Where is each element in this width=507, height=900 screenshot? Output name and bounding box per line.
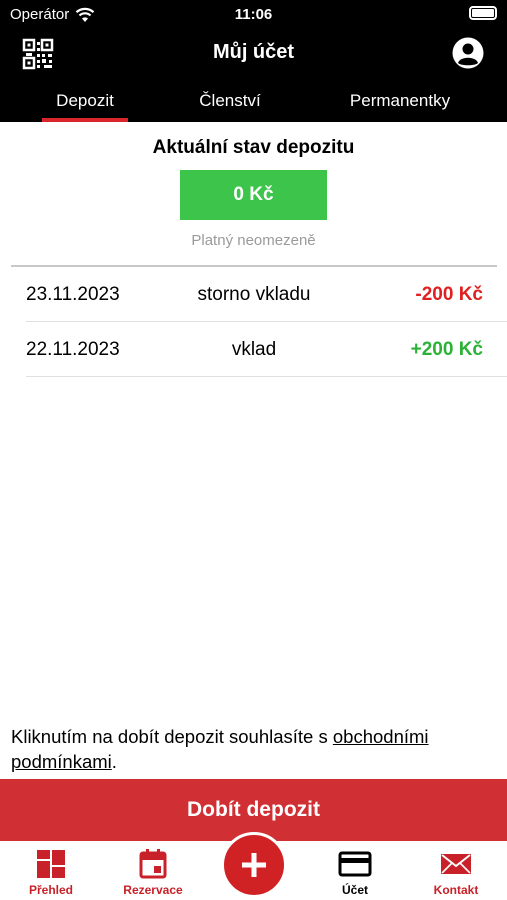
plus-icon [242, 853, 266, 877]
battery-icon [469, 6, 497, 20]
transaction-description: vklad [231, 339, 277, 360]
transaction-row: 22.11.2023 vklad +200 Kč [26, 322, 507, 377]
tab-depozit[interactable]: Depozit [42, 82, 128, 122]
deposit-title: Aktuální stav depozitu [152, 137, 355, 158]
transaction-row: 23.11.2023 storno vkladu -200 Kč [26, 267, 507, 322]
active-tab-indicator [42, 118, 128, 122]
tabbar-label: Rezervace [123, 883, 183, 897]
title-row: Můj účet [0, 32, 507, 76]
credit-card-icon [338, 851, 372, 877]
transaction-amount: +200 Kč [410, 339, 483, 360]
tabbar-label: Účet [341, 883, 368, 897]
add-button[interactable] [221, 832, 287, 898]
terms-notice: Kliknutím na dobít depozit souhlasíte s … [11, 724, 497, 774]
terms-suffix: . [111, 751, 117, 772]
deposit-validity: Platný neomezeně [191, 232, 316, 249]
transaction-amount: -200 Kč [415, 284, 483, 305]
account-tabs: Depozit Členství Permanentky [0, 82, 507, 122]
tabbar-item-ucet[interactable]: Účet [315, 847, 395, 897]
page-title: Můj účet [212, 41, 295, 63]
user-circle-icon[interactable] [451, 36, 485, 70]
app-header: Operátor 11:06 Můj účet Depozit Členství… [0, 0, 507, 122]
tabbar-label: Přehled [28, 883, 73, 897]
deposit-balance: 0 Kč [180, 170, 327, 220]
status-bar: Operátor 11:06 [0, 0, 507, 30]
tab-permanentky[interactable]: Permanentky [330, 82, 470, 122]
status-time: 11:06 [234, 6, 273, 23]
transaction-date: 22.11.2023 [26, 339, 120, 360]
terms-text: Kliknutím na dobít depozit souhlasíte s [11, 726, 333, 747]
transaction-date: 23.11.2023 [26, 284, 120, 305]
tab-clenstvi[interactable]: Členství [180, 82, 280, 122]
calendar-icon [139, 849, 167, 879]
row-separator [26, 376, 507, 377]
tabbar-label: Kontakt [433, 883, 479, 897]
tabbar-item-kontakt[interactable]: Kontakt [416, 847, 496, 897]
tabbar-item-prehled[interactable]: Přehled [11, 847, 91, 897]
tabbar-item-rezervace[interactable]: Rezervace [113, 847, 193, 897]
envelope-icon [441, 854, 471, 874]
transaction-description: storno vkladu [197, 284, 311, 305]
dashboard-icon [37, 850, 65, 878]
